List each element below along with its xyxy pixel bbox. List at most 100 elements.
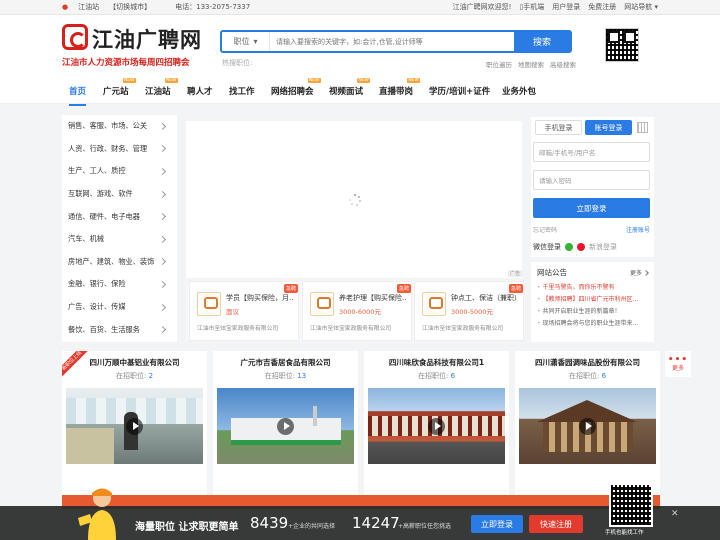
password-field[interactable]: 请输入密码 [533, 170, 650, 190]
category-item[interactable]: 金融、银行、保险 [62, 273, 177, 296]
category-item[interactable]: 销售、客服、市场、公关 [62, 115, 177, 138]
company-card[interactable]: 新职位上线 四川万顺中基铝业有限公司 在招职位: 2 [62, 351, 207, 499]
nav-label: 找工作 [229, 87, 255, 97]
banner-carousel[interactable] [186, 121, 522, 278]
play-icon[interactable] [277, 418, 294, 435]
mobile-link[interactable]: ▯手机端 [519, 2, 544, 12]
social-login: 微信登录 新浪登录 [533, 242, 617, 252]
nav-outsourcing[interactable]: 业务外包 [502, 85, 536, 97]
username-field[interactable]: 邮箱/手机号/用户名 [533, 142, 650, 162]
category-item[interactable]: 房地产、建筑、物业、装饰 [62, 251, 177, 274]
play-icon[interactable] [579, 418, 596, 435]
site-nav-link[interactable]: 网站导航 ▾ [624, 2, 658, 12]
location-pin-icon: ● [62, 3, 69, 11]
login-tabs: 手机登录 账号登录 [535, 120, 632, 135]
category-item[interactable]: 通信、硬件、电子电器 [62, 205, 177, 228]
job-title: 养老护理【购买保险... [339, 294, 407, 302]
register-account-link[interactable]: 注册账号 [626, 225, 650, 234]
login-button[interactable]: 立即登录 [533, 198, 650, 218]
open-positions-label: 在招职位: [568, 372, 600, 380]
nav-home[interactable]: 首页 [69, 85, 87, 106]
category-item[interactable]: 人资、行政、财务、管理 [62, 138, 177, 161]
nav-live[interactable]: 直播带岗 NEW [379, 78, 421, 97]
ad-label: 广告 [508, 270, 523, 277]
new-badge: NEW [122, 78, 136, 83]
new-badge: NEW [407, 78, 421, 83]
close-icon[interactable]: ✕ [671, 509, 679, 519]
register-link[interactable]: 免费注册 [588, 2, 616, 12]
search-category-select[interactable]: 职位 ▾ [222, 32, 270, 51]
wechat-icon[interactable] [565, 243, 573, 251]
company-count-label: +企业的共同选择 [288, 523, 336, 530]
weibo-login-label[interactable]: 新浪登录 [589, 242, 617, 252]
company-logo-icon [197, 292, 221, 316]
login-link[interactable]: 用户登录 [552, 2, 580, 12]
category-sidebar: 销售、客服、市场、公关 人资、行政、财务、管理 生产、工人、质控 互联网、游戏、… [62, 115, 177, 342]
notice-item[interactable]: 共同开启职业生涯的新篇章！ [537, 306, 649, 318]
search-input[interactable] [270, 32, 514, 51]
category-item[interactable]: 互联网、游戏、软件 [62, 183, 177, 206]
play-icon[interactable] [126, 418, 143, 435]
notice-item[interactable]: 【教师招聘】四川省广元市利州区... [537, 294, 649, 306]
tab-account-login[interactable]: 账号登录 [585, 120, 632, 135]
company-video-thumb[interactable] [368, 388, 505, 464]
footer-login-button[interactable]: 立即登录 [471, 515, 523, 533]
nav-guangyuan[interactable]: 广元站 NEW [103, 78, 136, 97]
loading-spinner-icon [349, 194, 361, 206]
nav-education[interactable]: 学历/培训+证件 [429, 85, 490, 97]
qr-login-icon[interactable] [637, 122, 648, 133]
category-item[interactable]: 广告、设计、传媒 [62, 296, 177, 319]
featured-job-card[interactable]: 急聘 学员【购买保险，月... 面议 江油市至炫宝家政服务有限公司 [189, 281, 299, 341]
nav-hire[interactable]: 聘人才 [187, 85, 213, 97]
notice-item[interactable]: 千里马警告，而你乐不警有 [537, 282, 649, 294]
play-icon[interactable] [428, 418, 445, 435]
category-item[interactable]: 餐饮、百货、生活服务 [62, 318, 177, 341]
company-video-thumb[interactable] [217, 388, 354, 464]
welcome-text: 江油广聘网欢迎您! [452, 3, 512, 11]
new-badge: NEW [307, 78, 321, 83]
weibo-icon[interactable] [577, 243, 585, 251]
category-item[interactable]: 生产、工人、质控 [62, 160, 177, 183]
job-traverse-link[interactable]: 职位遍历 [486, 59, 512, 69]
company-card[interactable]: 四川潇香园调味品股份有限公司 在招职位: 6 [515, 351, 660, 499]
logo-mark-icon [62, 24, 88, 50]
featured-job-card[interactable]: 急聘 钟点工、保洁（兼职） 3000-5000元 江油市至炫宝家政服务有限公司 [414, 281, 524, 341]
category-item[interactable]: 汽车、机械 [62, 228, 177, 251]
qr-code-icon [605, 28, 639, 62]
nav-online-fair[interactable]: 网络招聘会 NEW [271, 78, 321, 97]
search-button[interactable]: 搜索 [514, 32, 570, 51]
nav-video-interview[interactable]: 视频面试 NEW [329, 78, 371, 97]
nav-label: 学历/培训+证件 [429, 87, 491, 97]
job-company: 江油市至炫宝家政服务有限公司 [310, 326, 392, 332]
main-nav: 首页 广元站 NEW 江油站 NEW 聘人才 找工作 网络招聘会 NEW 视频面试 NE… [0, 77, 720, 106]
nav-find-job[interactable]: 找工作 [229, 85, 255, 97]
advanced-search-link[interactable]: 高级搜索 [550, 59, 576, 69]
job-count-label: +高薪职位任您挑选 [398, 523, 452, 530]
job-count: 14247 [352, 514, 400, 532]
footer-register-button[interactable]: 快速注册 [529, 515, 583, 533]
open-positions-label: 在招职位: [115, 372, 147, 380]
map-search-link[interactable]: 地图搜索 [518, 59, 544, 69]
notice-more-link[interactable]: 更多 [630, 268, 648, 277]
hot-search-label: 热搜职位: [222, 59, 253, 67]
phone-label: 电话：133-2075-7337 [175, 3, 251, 11]
company-name: 四川万顺中基铝业有限公司 [89, 358, 180, 367]
logo-subtitle: 江油市人力资源市场每周四招聘会 [62, 58, 190, 68]
company-card[interactable]: 广元市吉香居食品有限公司 在招职位: 13 [213, 351, 358, 499]
featured-job-card[interactable]: 急聘 养老护理【购买保险... 3000-6000元 江油市至炫宝家政服务有限公… [302, 281, 412, 341]
switch-city-link[interactable]: 【切换城市】 [109, 2, 151, 12]
footer-slogan: 海量职位 让求职更简单 [135, 522, 239, 533]
notice-item[interactable]: 现场招聘会将与您的职业生涯带来... [537, 318, 649, 330]
tab-phone-login[interactable]: 手机登录 [535, 120, 582, 135]
wechat-login-label[interactable]: 微信登录 [533, 242, 561, 252]
company-logo-icon [310, 292, 334, 316]
nav-label: 广元站 [103, 87, 129, 97]
company-video-thumb[interactable] [66, 388, 203, 464]
more-button[interactable]: ••• 更多 [665, 351, 691, 377]
open-positions: 在招职位: 13 [213, 371, 358, 381]
forgot-password-link[interactable]: 忘记密码 [533, 225, 557, 234]
mobile-label: 手机端 [523, 3, 545, 11]
company-video-thumb[interactable] [519, 388, 656, 464]
nav-jiangyou[interactable]: 江油站 NEW [145, 78, 178, 97]
company-card[interactable]: 四川味欣食品科技有限公司1 在招职位: 6 [364, 351, 509, 499]
